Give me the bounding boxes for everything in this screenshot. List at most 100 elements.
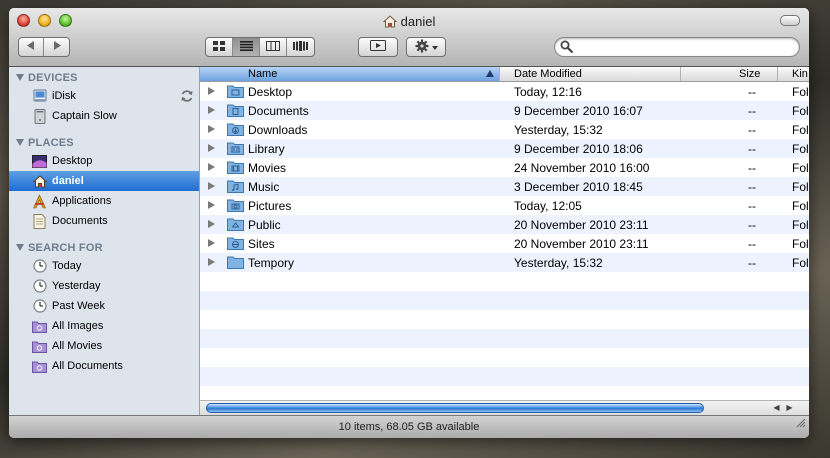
home-icon xyxy=(32,174,47,189)
table-row[interactable]: Tempory Yesterday, 15:32 -- Fol xyxy=(200,253,809,272)
disclosure-triangle-icon[interactable] xyxy=(208,125,215,133)
file-kind: Fol xyxy=(792,85,809,99)
sidebar-section-devices[interactable]: DEVICES xyxy=(16,72,78,84)
table-row[interactable]: Public 20 November 2010 23:11 -- Fol xyxy=(200,215,809,234)
smart-folder-icon xyxy=(32,339,47,354)
file-list: Name Date Modified Size Kin Desktop Today… xyxy=(200,67,809,415)
sites-folder-icon xyxy=(227,236,244,253)
column-header-label: Size xyxy=(739,68,761,80)
file-kind: Fol xyxy=(792,256,809,270)
sidebar-item-all-images[interactable]: All Images xyxy=(9,316,199,336)
sidebar-section-places[interactable]: PLACES xyxy=(16,137,74,149)
sidebar-section-title: PLACES xyxy=(28,137,74,149)
disclosure-triangle-icon[interactable] xyxy=(208,163,215,171)
sidebar-item-label: All Images xyxy=(52,320,104,332)
file-name: Tempory xyxy=(248,256,295,270)
status-text: 10 items, 68.05 GB available xyxy=(338,421,480,433)
disclosure-triangle-icon[interactable] xyxy=(208,220,215,228)
action-menu-button[interactable] xyxy=(407,38,445,56)
toolbar: daniel xyxy=(9,8,809,67)
sidebar-item-documents[interactable]: Documents xyxy=(9,211,199,231)
resize-grip-icon[interactable] xyxy=(795,414,806,436)
column-header-size[interactable]: Size xyxy=(681,67,778,81)
file-kind: Fol xyxy=(792,199,809,213)
scroll-right-button[interactable]: ▶ xyxy=(783,402,796,414)
search-field[interactable] xyxy=(554,37,800,57)
sidebar-item-yesterday[interactable]: Yesterday xyxy=(9,276,199,296)
disclosure-triangle-icon[interactable] xyxy=(208,239,215,247)
file-size: -- xyxy=(748,218,756,232)
applications-icon xyxy=(32,193,47,209)
disclosure-triangle-icon[interactable] xyxy=(208,258,215,266)
file-kind: Fol xyxy=(792,123,809,137)
search-input[interactable] xyxy=(577,39,796,56)
empty-row xyxy=(200,348,809,367)
file-date: 20 November 2010 23:11 xyxy=(514,218,649,232)
disclosure-triangle-icon[interactable] xyxy=(208,87,215,95)
table-row[interactable]: Downloads Yesterday, 15:32 -- Fol xyxy=(200,120,809,139)
column-header-date-modified[interactable]: Date Modified xyxy=(500,67,681,81)
scroll-left-button[interactable]: ◀ xyxy=(770,402,783,414)
icon-view-icon xyxy=(213,40,225,54)
disclosure-triangle-icon[interactable] xyxy=(208,182,215,190)
table-row[interactable]: Desktop Today, 12:16 -- Fol xyxy=(200,82,809,101)
file-kind: Fol xyxy=(792,142,809,156)
disclosure-triangle-icon[interactable] xyxy=(208,106,215,114)
table-row[interactable]: Movies 24 November 2010 16:00 -- Fol xyxy=(200,158,809,177)
sidebar-item-applications[interactable]: Applications xyxy=(9,191,199,211)
icon-view-button[interactable] xyxy=(206,38,233,56)
smart-folder-icon xyxy=(32,359,47,374)
window-title-label: daniel xyxy=(400,14,436,29)
file-kind: Fol xyxy=(792,180,809,194)
scrollbar-thumb[interactable] xyxy=(206,403,704,413)
coverflow-view-button[interactable] xyxy=(287,38,314,56)
sidebar-item-daniel[interactable]: daniel xyxy=(9,171,199,191)
documents-icon xyxy=(32,213,47,229)
file-kind: Fol xyxy=(792,161,809,175)
table-row[interactable]: Sites 20 November 2010 23:11 -- Fol xyxy=(200,234,809,253)
empty-row xyxy=(200,329,809,348)
horizontal-scrollbar[interactable]: ◀ ▶ xyxy=(200,400,809,415)
empty-row xyxy=(200,310,809,329)
file-name: Desktop xyxy=(248,85,293,99)
file-date: 24 November 2010 16:00 xyxy=(514,161,650,175)
table-row[interactable]: Library 9 December 2010 18:06 -- Fol xyxy=(200,139,809,158)
table-row[interactable]: Music 3 December 2010 18:45 -- Fol xyxy=(200,177,809,196)
sidebar-item-today[interactable]: Today xyxy=(9,256,199,276)
sidebar-item-label: iDisk xyxy=(52,90,76,102)
sidebar-item-captain-slow[interactable]: Captain Slow xyxy=(9,106,199,126)
sidebar-item-all-movies[interactable]: All Movies xyxy=(9,336,199,356)
sidebar-item-all-documents[interactable]: All Documents xyxy=(9,356,199,376)
column-view-button[interactable] xyxy=(260,38,287,56)
clock-icon xyxy=(32,259,47,274)
quicklook-button[interactable] xyxy=(359,38,397,56)
scroll-right-icon: ▶ xyxy=(786,403,793,412)
sync-icon[interactable] xyxy=(180,89,194,106)
column-header-kind[interactable]: Kin xyxy=(778,67,809,81)
sidebar-section-search-for[interactable]: SEARCH FOR xyxy=(16,242,103,254)
disclosure-triangle-icon[interactable] xyxy=(208,201,215,209)
list-view-button[interactable] xyxy=(233,38,260,56)
column-header-label: Name xyxy=(248,68,278,80)
sidebar-item-past-week[interactable]: Past Week xyxy=(9,296,199,316)
forward-button[interactable] xyxy=(44,38,69,56)
sidebar-item-idisk[interactable]: iDisk xyxy=(9,86,199,106)
file-date: 9 December 2010 16:07 xyxy=(514,104,643,118)
table-row[interactable]: Pictures Today, 12:05 -- Fol xyxy=(200,196,809,215)
sidebar-item-desktop[interactable]: Desktop xyxy=(9,151,199,171)
smart-folder-icon xyxy=(32,319,47,334)
toolbar-toggle-button[interactable] xyxy=(780,15,800,26)
clock-icon xyxy=(32,279,47,294)
sidebar-item-label: Today xyxy=(52,260,82,272)
sidebar-item-label: All Movies xyxy=(52,340,103,352)
table-row[interactable]: Documents 9 December 2010 16:07 -- Fol xyxy=(200,101,809,120)
sidebar-section-title: SEARCH FOR xyxy=(28,242,103,254)
file-name: Music xyxy=(248,180,280,194)
back-button[interactable] xyxy=(19,38,45,56)
column-header-name[interactable]: Name xyxy=(200,67,500,81)
disclosure-triangle-icon[interactable] xyxy=(208,144,215,152)
desktop-icon xyxy=(32,154,47,169)
disclosure-triangle-icon xyxy=(16,74,24,81)
search-icon xyxy=(560,40,573,56)
file-name: Documents xyxy=(248,104,309,118)
